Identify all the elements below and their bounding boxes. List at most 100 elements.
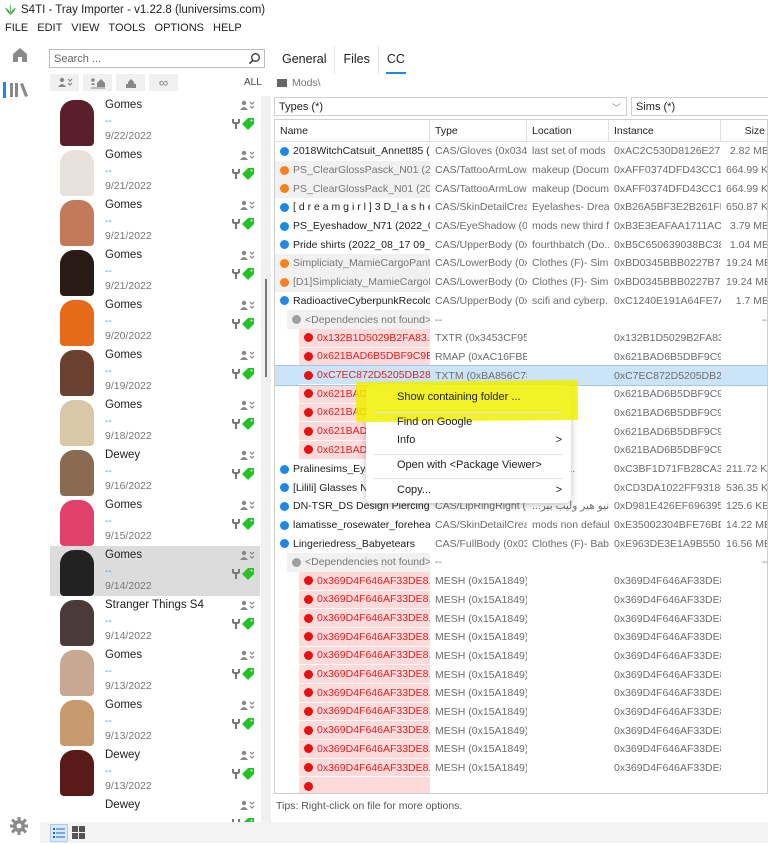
tray-item[interactable]: Gomes -- 9/19/2022 <box>50 346 260 396</box>
table-row[interactable]: 2018WitchCatsuit_Annett85 (20... CAS/Glo… <box>275 142 767 161</box>
cell-name: PS_ClearGlossPasck_N01 (202... <box>275 160 430 180</box>
status-dot-icon <box>280 221 289 231</box>
menu-item-find-on-google[interactable]: Find on Google <box>397 416 562 428</box>
home-icon[interactable] <box>11 46 29 64</box>
tray-item[interactable]: Stranger Things S4 -- 9/14/2022 <box>50 596 260 646</box>
table-row[interactable]: PS_Eyeshadow_N71 (2022_08... CAS/EyeShad… <box>275 217 767 236</box>
missing-dependency-row[interactable]: 0x369D4F646AF33DE8.0... MESH (0x15A1849)… <box>275 665 767 684</box>
missing-dependency-row[interactable]: 0x132B1D5029B2FA83.0... TXTR (0x3453CF95… <box>275 328 767 348</box>
menu-tools[interactable]: TOOLS <box>108 22 145 34</box>
tab-cc[interactable]: CC <box>379 46 413 74</box>
filter-households-button[interactable] <box>50 74 79 91</box>
tray-item[interactable]: Dewey <box>50 796 260 822</box>
menu-view[interactable]: VIEW <box>71 22 99 34</box>
menu-help[interactable]: HELP <box>213 22 242 34</box>
missing-dependency-row[interactable]: 0x369D4F646AF33DE8.0... MESH (0x15A1849)… <box>275 758 767 778</box>
column-header-name[interactable]: Name <box>275 120 430 141</box>
tray-thumbnail <box>50 496 100 546</box>
tray-item[interactable]: Dewey -- 9/16/2022 <box>50 446 260 496</box>
tray-item[interactable]: Gomes -- 9/14/2022 <box>50 546 260 596</box>
cell-instance: 0xAFF0374DFD43CC13 <box>614 182 721 195</box>
tray-item[interactable]: Gomes -- 9/13/2022 <box>50 646 260 696</box>
tab-files[interactable]: Files <box>335 46 377 74</box>
table-row[interactable]: [D1]Simpliciaty_MamieCargoPa... CAS/Lowe… <box>275 272 767 292</box>
sims-dropdown[interactable]: Sims (*) <box>631 97 768 116</box>
missing-dependency-row[interactable] <box>275 777 767 793</box>
missing-dependency-row[interactable]: 0x369D4F646AF33DE8.0... MESH (0x15A1849)… <box>275 590 767 610</box>
tray-item[interactable]: Gomes -- 9/21/2022 <box>50 246 260 296</box>
tray-item[interactable]: Gomes -- 9/15/2022 <box>50 496 260 546</box>
dependency-group-row[interactable]: <Dependencies not found> -- -- <box>275 553 767 572</box>
infinity-icon: ∞ <box>158 75 169 90</box>
tray-item[interactable]: Gomes -- 9/20/2022 <box>50 296 260 346</box>
menu-file[interactable]: FILE <box>5 22 28 34</box>
cell-type: MESH (0x15A1849) <box>435 668 527 681</box>
tray-thumbnail <box>50 746 100 796</box>
cell-type: CAS/LowerBody (0x... <box>435 276 527 289</box>
missing-dependency-row[interactable]: 0x369D4F646AF33DE8.0... MESH (0x15A1849)… <box>275 740 767 759</box>
status-dot-icon <box>280 483 289 493</box>
missing-dependency-row[interactable]: 0x369D4F646AF33DE8.0... MESH (0x15A1849)… <box>275 646 767 666</box>
library-icon[interactable] <box>3 80 31 100</box>
menu-item-copy[interactable]: Copy... > <box>397 484 562 496</box>
filter-all-button[interactable]: ∞ <box>149 74 178 91</box>
missing-dependency-row[interactable]: 0x369D4F646AF33DE8.0... MESH (0x15A1849)… <box>275 571 767 591</box>
table-row[interactable]: lamatisse_rosewater_forehead (... CAS/Sk… <box>275 516 767 535</box>
search-input[interactable]: Search ... <box>49 49 265 68</box>
tray-sidebar: Search ... ∞ ALL Gomes -- 9/22/2022 Gome… <box>40 36 271 822</box>
tray-name: Gomes <box>105 299 143 311</box>
scrollbar-thumb[interactable] <box>265 279 267 377</box>
column-header-location[interactable]: Location <box>527 120 609 141</box>
menu-item-show-containing-folder[interactable]: Show containing folder ... <box>397 391 562 403</box>
menu-options[interactable]: OPTIONS <box>155 22 205 34</box>
missing-dependency-row[interactable]: 0x369D4F646AF33DE8.0... MESH (0x15A1849)… <box>275 683 767 703</box>
grid-view-icon[interactable] <box>72 826 85 839</box>
table-row[interactable]: RadioactiveCyberpunkRecolors... CAS/Uppe… <box>275 292 767 311</box>
filter-rooms-button[interactable] <box>116 74 145 91</box>
status-dot-icon <box>280 240 289 250</box>
cell-size: 211.72 KB <box>726 463 768 476</box>
menu-edit[interactable]: EDIT <box>37 22 62 34</box>
missing-dependency-row[interactable]: 0x369D4F646AF33DE8.0... MESH (0x15A1849)… <box>275 627 767 647</box>
missing-dependency-row[interactable]: 0x369D4F646AF33DE8.0... MESH (0x15A1849)… <box>275 702 767 722</box>
tray-item[interactable]: Gomes -- 9/21/2022 <box>50 196 260 246</box>
types-dropdown[interactable]: Types (*) ﹀ <box>274 97 627 116</box>
missing-dependency-row[interactable]: 0x621BAD6B5DBF9C9E.... RMAP (0xAC16FBEC)… <box>275 347 767 367</box>
tray-item[interactable]: Gomes -- 9/13/2022 <box>50 696 260 746</box>
table-row[interactable]: Simpliciaty_MamieCargoPants CAS/LowerBod… <box>275 254 767 273</box>
menu-item-info[interactable]: Info > <box>397 434 562 446</box>
table-row[interactable]: Lingeriedress_Babyetears CAS/FullBody (0… <box>275 534 767 553</box>
filter-lots-button[interactable] <box>83 74 112 91</box>
list-view-button[interactable] <box>50 824 68 842</box>
dependency-group-row[interactable]: <Dependencies not found> -- -- <box>275 310 767 329</box>
cell-type: -- <box>435 313 442 326</box>
breadcrumb-path[interactable]: Mods\ <box>292 77 321 89</box>
table-row[interactable]: [ d r e a m g i r l ] 3 D_l a s h e s...… <box>275 198 767 217</box>
tray-name: Gomes <box>105 699 143 711</box>
menu-item-open-with-package-viewer[interactable]: Open with <Package Viewer> <box>397 459 562 471</box>
cell-name: Lingeriedress_Babyetears <box>275 534 430 553</box>
tray-list-scrollbar[interactable] <box>261 96 271 822</box>
tray-item[interactable]: Gomes -- 9/22/2022 <box>50 96 260 146</box>
cell-instance: 0x621BAD6B5DBF9C9E <box>614 350 721 363</box>
table-row[interactable]: PS_ClearGlossPack_N01 (2022... CAS/Tatto… <box>275 179 767 199</box>
column-header-type[interactable]: Type <box>430 120 527 141</box>
missing-dependency-row[interactable]: 0x369D4F646AF33DE8.0... MESH (0x15A1849)… <box>275 721 767 740</box>
tray-item[interactable]: Dewey -- 9/13/2022 <box>50 746 260 796</box>
tray-thumbnail <box>50 796 100 822</box>
tray-item[interactable]: Gomes -- 9/21/2022 <box>50 146 260 196</box>
missing-dependency-row[interactable]: 0x369D4F646AF33DE8.0... MESH (0x15A1849)… <box>275 609 767 628</box>
table-row[interactable]: PS_ClearGlossPasck_N01 (202... CAS/Tatto… <box>275 160 767 180</box>
tab-general[interactable]: General <box>274 46 334 74</box>
search-icon[interactable] <box>248 52 261 65</box>
cell-name-text: [D1]Simpliciaty_MamieCargoPa... <box>293 276 430 289</box>
column-header-size[interactable]: Size <box>721 120 767 141</box>
filter-all-label[interactable]: ALL <box>244 77 262 88</box>
settings-gear-icon[interactable] <box>9 816 29 836</box>
tray-item[interactable]: Gomes -- 9/18/2022 <box>50 396 260 446</box>
status-dot-icon <box>280 202 289 212</box>
column-header-instance[interactable]: Instance <box>609 120 721 141</box>
tray-name: Gomes <box>105 349 143 361</box>
table-row[interactable]: Pride shirts (2022_08_17 09_31... CAS/Up… <box>275 235 767 254</box>
cell-location: Clothes (F)- Simp... <box>532 257 609 270</box>
